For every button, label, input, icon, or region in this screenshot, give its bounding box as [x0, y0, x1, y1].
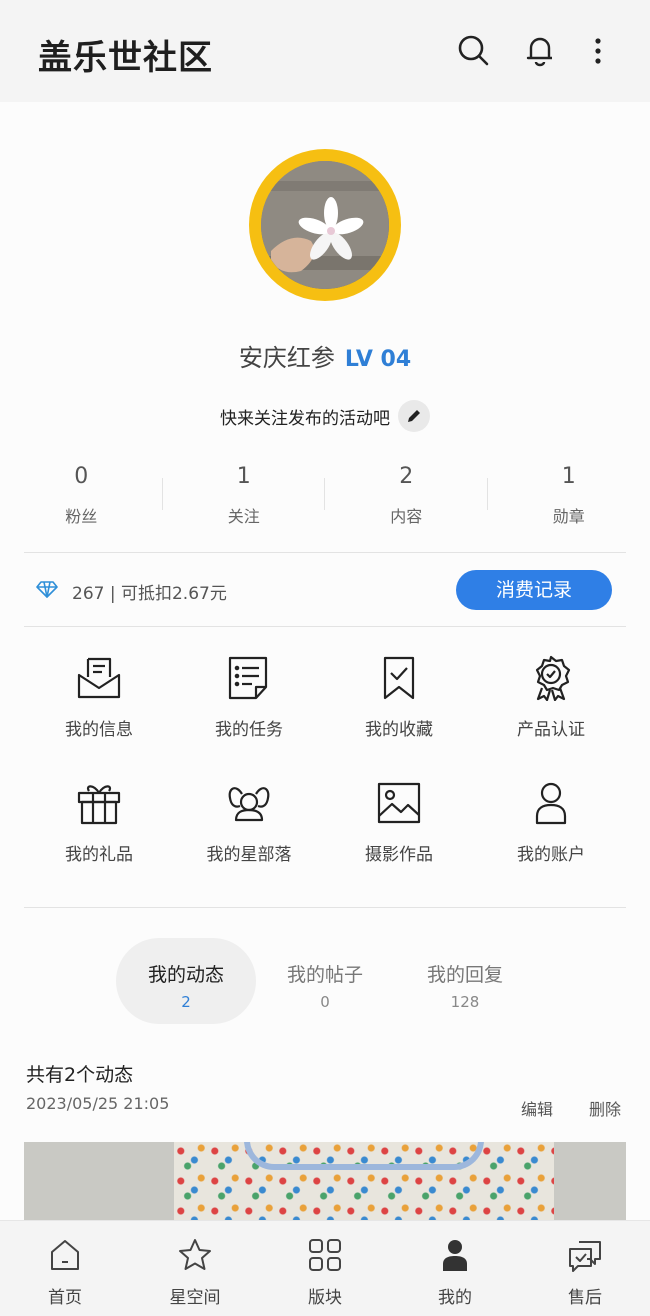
menu-item-my-info[interactable]: 我的信息 — [24, 655, 174, 740]
home-icon — [51, 1240, 79, 1270]
menu-item-label: 我的星部落 — [206, 845, 292, 865]
activity-tabs: 我的动态 2 我的帖子 0 我的回复 128 — [0, 938, 650, 1026]
certified-badge-icon — [535, 655, 571, 701]
stat-following[interactable]: 1 关注 — [163, 462, 326, 538]
menu-item-product-certification[interactable]: 产品认证 — [476, 655, 626, 740]
edit-post-button[interactable]: 编辑 — [521, 1096, 553, 1120]
account-icon — [535, 782, 567, 825]
stat-label: 勋章 — [552, 507, 585, 526]
avatar-photo — [261, 161, 389, 289]
bookmark-check-icon — [383, 656, 415, 700]
bell-icon[interactable] — [522, 32, 558, 68]
menu-item-label: 我的信息 — [65, 720, 133, 740]
task-list-icon — [228, 656, 268, 700]
stat-fans[interactable]: 0 粉丝 — [0, 462, 163, 538]
nav-label: 我的 — [438, 1288, 472, 1308]
points-row: 267 | 可抵扣2.67元 消费记录 — [24, 568, 626, 612]
app-title: 盖乐世社区 — [38, 38, 213, 78]
user-bio: 快来关注发布的活动吧 — [220, 408, 390, 429]
grid-icon — [309, 1239, 341, 1271]
diamond-icon — [36, 580, 58, 602]
profile-name-row: 安庆红参 LV 04 — [0, 338, 650, 373]
stat-value: 1 — [561, 464, 576, 489]
stat-medals[interactable]: 1 勋章 — [488, 462, 650, 538]
bottom-navigation: 首页 星空间 版块 我的 售后 — [0, 1220, 650, 1316]
app-header: 盖乐世社区 — [0, 0, 650, 102]
image-icon — [377, 782, 421, 824]
nav-after-sales[interactable]: 售后 — [520, 1221, 650, 1316]
more-vertical-icon[interactable] — [580, 32, 616, 68]
pencil-icon — [408, 410, 420, 422]
menu-item-my-tasks[interactable]: 我的任务 — [174, 655, 324, 740]
menu-item-label: 我的任务 — [215, 720, 283, 740]
person-icon — [443, 1240, 467, 1271]
edit-bio-button[interactable] — [398, 400, 430, 432]
avatar[interactable] — [249, 149, 401, 301]
menu-item-photography[interactable]: 摄影作品 — [324, 780, 474, 865]
user-level-badge: LV 04 — [344, 347, 412, 372]
tab-count: 128 — [450, 993, 480, 1011]
tab-label: 我的帖子 — [286, 964, 363, 986]
tab-count: 2 — [181, 993, 191, 1011]
menu-item-label: 我的收藏 — [365, 720, 433, 740]
profile-stats: 0 粉丝 1 关注 2 内容 1 勋章 — [0, 462, 650, 538]
tab-my-activity[interactable]: 我的动态 2 — [116, 938, 256, 1024]
post-timestamp: 2023/05/25 21:05 — [26, 1094, 170, 1113]
user-name: 安庆红参 — [238, 344, 335, 372]
stat-content[interactable]: 2 内容 — [325, 462, 488, 538]
nav-label: 售后 — [568, 1288, 602, 1308]
menu-item-my-tribe[interactable]: 我的星部落 — [174, 780, 324, 865]
divider — [24, 907, 626, 908]
nav-label: 星空间 — [169, 1288, 221, 1308]
menu-item-label: 产品认证 — [517, 720, 585, 740]
tab-label: 我的回复 — [426, 964, 503, 986]
message-envelope-icon — [77, 657, 121, 699]
search-icon[interactable] — [455, 32, 491, 68]
nav-mine[interactable]: 我的 — [390, 1221, 520, 1316]
nav-label: 版块 — [308, 1288, 342, 1308]
tab-my-replies[interactable]: 我的回复 128 — [395, 938, 535, 1024]
stat-label: 内容 — [390, 507, 423, 526]
menu-item-my-gifts[interactable]: 我的礼品 — [24, 780, 174, 865]
tab-label: 我的动态 — [147, 964, 224, 986]
stat-value: 2 — [399, 464, 414, 489]
nav-sections[interactable]: 版块 — [260, 1221, 390, 1316]
menu-item-my-account[interactable]: 我的账户 — [476, 780, 626, 865]
points-balance: 267 | 可抵扣2.67元 — [72, 584, 227, 604]
post-count-summary: 共有2个动态 — [26, 1064, 134, 1086]
stat-value: 1 — [236, 464, 251, 489]
nav-label: 首页 — [48, 1288, 82, 1308]
post-image-collar — [244, 1142, 484, 1170]
stat-label: 粉丝 — [65, 507, 98, 526]
star-icon — [179, 1239, 211, 1270]
nav-home[interactable]: 首页 — [0, 1221, 130, 1316]
divider — [24, 552, 626, 553]
menu-item-label: 摄影作品 — [365, 845, 433, 865]
nav-star-space[interactable]: 星空间 — [130, 1221, 260, 1316]
menu-item-label: 我的账户 — [517, 845, 585, 865]
gift-icon — [77, 785, 121, 825]
consumption-records-button[interactable]: 消费记录 — [456, 570, 612, 610]
stat-label: 关注 — [227, 507, 260, 526]
menu-item-label: 我的礼品 — [65, 845, 133, 865]
tab-my-posts[interactable]: 我的帖子 0 — [255, 938, 395, 1024]
chat-check-icon — [569, 1241, 601, 1272]
delete-post-button[interactable]: 删除 — [589, 1096, 621, 1120]
tab-count: 0 — [320, 993, 330, 1011]
divider — [24, 626, 626, 627]
menu-item-my-favorites[interactable]: 我的收藏 — [324, 655, 474, 740]
bio-row: 快来关注发布的活动吧 — [0, 400, 650, 432]
stat-value: 0 — [74, 464, 89, 489]
group-people-icon — [228, 787, 270, 822]
